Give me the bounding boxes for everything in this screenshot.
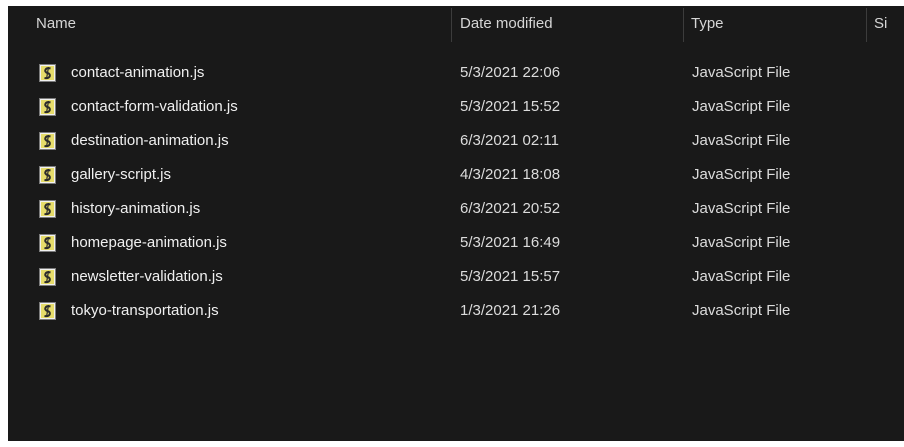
file-type: JavaScript File <box>692 302 791 319</box>
file-type: JavaScript File <box>692 234 791 251</box>
file-row[interactable]: contact-animation.js 5/3/2021 22:06 Java… <box>8 56 904 90</box>
file-row[interactable]: destination-animation.js 6/3/2021 02:11 … <box>8 124 904 158</box>
javascript-file-icon <box>39 98 56 116</box>
column-header-type[interactable]: Type <box>691 6 869 42</box>
file-type: JavaScript File <box>692 132 791 149</box>
file-name: contact-form-validation.js <box>71 98 238 115</box>
column-header-date-modified[interactable]: Date modified <box>460 6 682 42</box>
javascript-file-icon <box>39 268 56 286</box>
javascript-file-icon <box>39 166 56 184</box>
javascript-file-icon <box>39 64 56 82</box>
file-date-modified: 5/3/2021 16:49 <box>460 234 561 251</box>
file-name: contact-animation.js <box>71 64 205 81</box>
file-name: gallery-script.js <box>71 166 172 183</box>
file-type: JavaScript File <box>692 200 791 217</box>
column-header-size[interactable]: Si <box>874 6 904 42</box>
javascript-file-icon <box>39 132 56 150</box>
file-type: JavaScript File <box>692 268 791 285</box>
file-name: destination-animation.js <box>71 132 229 149</box>
file-date-modified: 1/3/2021 21:26 <box>460 302 561 319</box>
column-separator[interactable] <box>866 8 867 42</box>
column-separator[interactable] <box>683 8 684 42</box>
javascript-file-icon <box>39 200 56 218</box>
column-header-name[interactable]: Name <box>36 6 456 42</box>
file-type: JavaScript File <box>692 64 791 81</box>
file-date-modified: 5/3/2021 15:52 <box>460 98 561 115</box>
file-row[interactable]: newsletter-validation.js 5/3/2021 15:57 … <box>8 260 904 294</box>
file-explorer-list-view: Name Date modified Type Si contact-anima… <box>8 6 904 441</box>
file-type: JavaScript File <box>692 98 791 115</box>
file-row[interactable]: tokyo-transportation.js 1/3/2021 21:26 J… <box>8 294 904 328</box>
file-row[interactable]: contact-form-validation.js 5/3/2021 15:5… <box>8 90 904 124</box>
file-date-modified: 5/3/2021 22:06 <box>460 64 561 81</box>
file-row[interactable]: history-animation.js 6/3/2021 20:52 Java… <box>8 192 904 226</box>
file-name: tokyo-transportation.js <box>71 302 219 319</box>
file-name: homepage-animation.js <box>71 234 227 251</box>
column-header-row: Name Date modified Type Si <box>8 6 904 42</box>
file-date-modified: 5/3/2021 15:57 <box>460 268 561 285</box>
column-separator[interactable] <box>451 8 452 42</box>
javascript-file-icon <box>39 234 56 252</box>
javascript-file-icon <box>39 302 56 320</box>
file-name: history-animation.js <box>71 200 201 217</box>
file-date-modified: 6/3/2021 20:52 <box>460 200 561 217</box>
file-name: newsletter-validation.js <box>71 268 223 285</box>
file-date-modified: 6/3/2021 02:11 <box>460 132 559 149</box>
file-row[interactable]: gallery-script.js 4/3/2021 18:08 JavaScr… <box>8 158 904 192</box>
file-type: JavaScript File <box>692 166 791 183</box>
file-row[interactable]: homepage-animation.js 5/3/2021 16:49 Jav… <box>8 226 904 260</box>
file-list: contact-animation.js 5/3/2021 22:06 Java… <box>8 56 904 328</box>
file-date-modified: 4/3/2021 18:08 <box>460 166 561 183</box>
